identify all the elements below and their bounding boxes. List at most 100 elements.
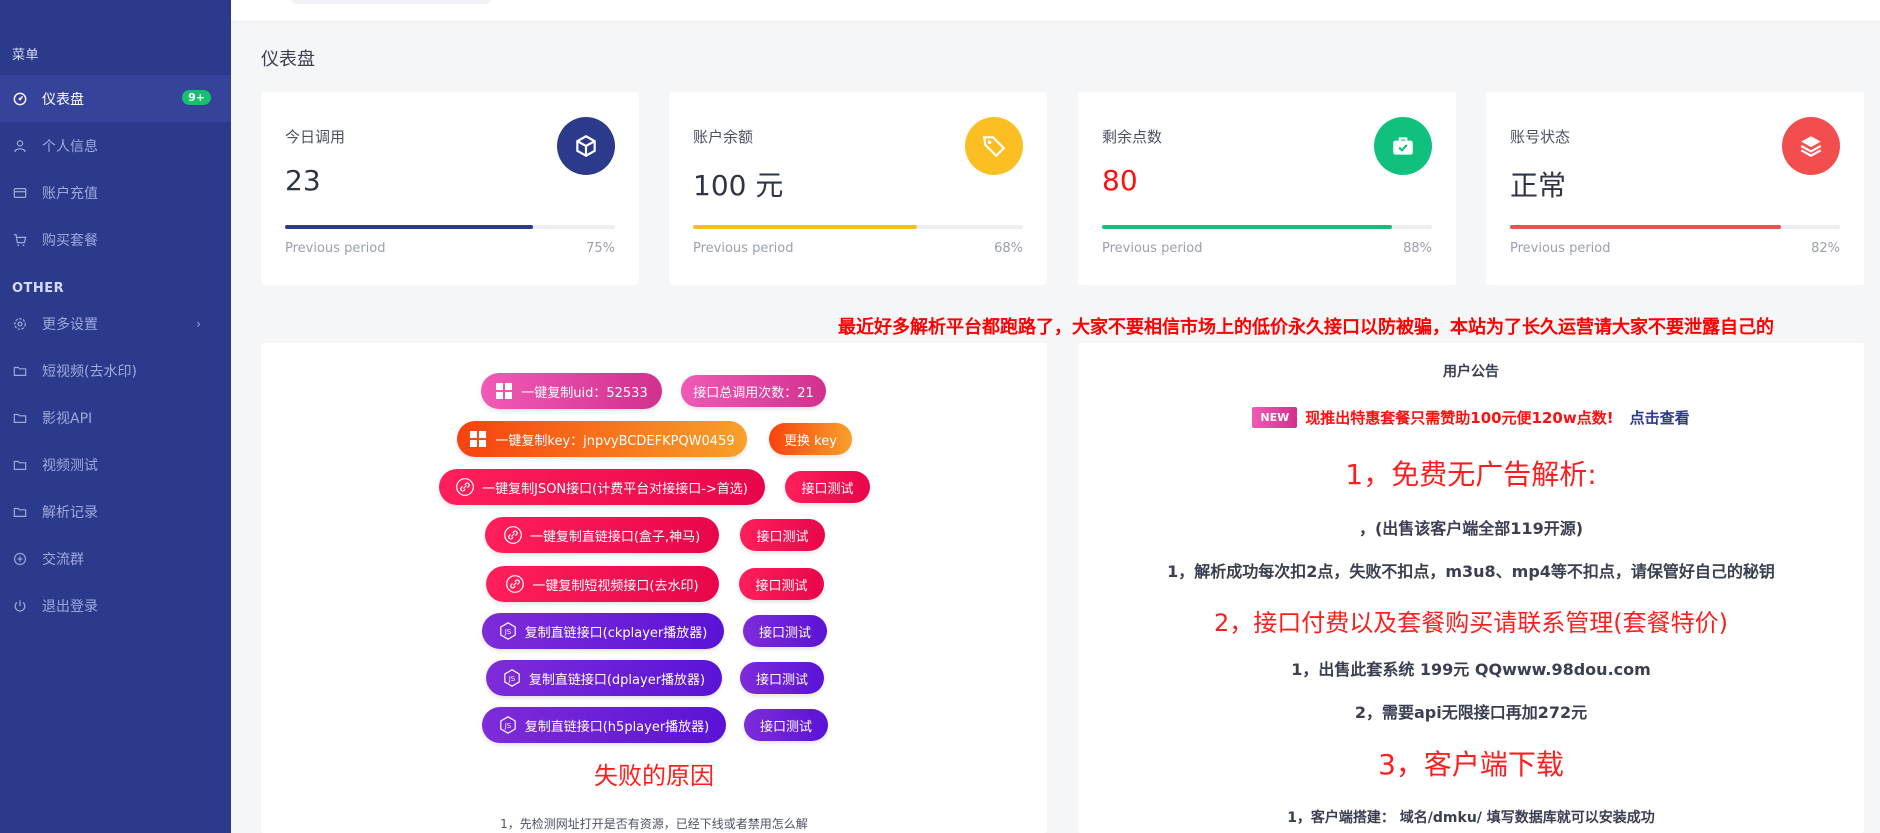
copy-json-api-button[interactable]: 一键复制JSON接口(计费平台对接接口->首选): [439, 469, 765, 505]
announcement-title: 用户公告: [1443, 364, 1499, 380]
card-value: 正常: [1510, 169, 1567, 202]
card-label: 账号状态: [1510, 128, 1571, 146]
button-label: 复制直链接口(dplayer播放器): [528, 672, 706, 688]
plus-circle-icon: [12, 551, 28, 567]
search-input[interactable]: [291, 0, 491, 4]
promo-line: NEW 现推出特惠套餐只需赞助100元便120w点数! 点击查看: [1078, 407, 1864, 428]
scrolling-notice: 最近好多解析平台都跑路了，大家不要相信市场上的低价永久接口以防被骗，本站为了长久…: [838, 317, 1774, 338]
sidebar-item-label: 影视API: [42, 410, 93, 427]
button-label: 复制直链接口(h5player播放器): [524, 719, 710, 735]
button-label: 接口测试: [755, 672, 808, 688]
button-label: 接口测试: [758, 625, 811, 641]
total-calls-badge: 接口总调用次数：21: [681, 375, 826, 407]
button-label: 更换 key: [784, 433, 837, 449]
sidebar-item-label: 交流群: [42, 551, 84, 568]
button-label: 一键复制uid：52533: [521, 385, 648, 401]
test-short-video-button[interactable]: 接口测试: [739, 568, 824, 600]
copy-uid-button[interactable]: 一键复制uid：52533: [481, 373, 662, 409]
card-label: 剩余点数: [1102, 128, 1163, 146]
notification-badge: 9+: [182, 90, 211, 105]
test-json-api-button[interactable]: 接口测试: [785, 471, 870, 503]
link-icon: [506, 575, 525, 593]
sidebar-item-label: 账户充值: [42, 185, 98, 202]
sidebar-item-movie-api[interactable]: 影视API: [0, 394, 231, 441]
progress-bar: [693, 225, 1023, 229]
svg-text:JS: JS: [503, 722, 511, 730]
button-label: 接口测试: [759, 719, 812, 735]
stat-card-today-calls: 今日调用 23 Previous period 75%: [261, 92, 639, 285]
sidebar-item-video-test[interactable]: 视频测试: [0, 441, 231, 488]
tag-icon: [965, 117, 1023, 175]
sidebar-section-other: OTHER: [12, 281, 65, 296]
copy-h5player-link-button[interactable]: JS 复制直链接口(h5player播放器): [482, 707, 726, 743]
card-label: 账户余额: [693, 128, 754, 146]
cart-icon: [12, 232, 28, 248]
sidebar-item-label: 购买套餐: [42, 232, 98, 249]
notice-heading-3: 3，客户端下载: [1378, 748, 1564, 781]
svg-text:JS: JS: [503, 628, 511, 636]
sidebar-item-dashboard[interactable]: 仪表盘 9+: [0, 75, 231, 122]
copy-short-video-button[interactable]: 一键复制短视频接口(去水印): [486, 566, 719, 602]
copy-key-button[interactable]: 一键复制key：jnpvyBCDEFKPQW0459: [457, 421, 747, 457]
dashboard-icon: [12, 91, 28, 107]
announcement-panel: 用户公告 NEW 现推出特惠套餐只需赞助100元便120w点数! 点击查看 1，…: [1078, 343, 1864, 833]
sidebar-item-label: 个人信息: [42, 138, 98, 155]
power-icon: [12, 598, 28, 614]
api-actions-panel: 一键复制uid：52533 接口总调用次数：21 一键复制key：jnpvyBC…: [261, 343, 1047, 833]
button-label: 一键复制key：jnpvyBCDEFKPQW0459: [495, 433, 735, 449]
card-period: Previous period: [1510, 241, 1611, 256]
folder-icon: [12, 410, 28, 426]
copy-dplayer-link-button[interactable]: JS 复制直链接口(dplayer播放器): [486, 660, 722, 696]
test-dplayer-button[interactable]: 接口测试: [740, 662, 824, 694]
copy-ckplayer-link-button[interactable]: JS 复制直链接口(ckplayer播放器): [482, 613, 724, 649]
test-direct-link-button[interactable]: 接口测试: [740, 519, 825, 551]
sidebar-item-buy-package[interactable]: 购买套餐: [0, 216, 231, 263]
progress-bar: [1510, 225, 1840, 229]
card-percent: 68%: [994, 241, 1023, 256]
sidebar-item-logout[interactable]: 退出登录: [0, 582, 231, 629]
stat-card-status: 账号状态 正常 Previous period 82%: [1486, 92, 1864, 285]
test-h5player-button[interactable]: 接口测试: [744, 709, 828, 741]
notice-line: 2，需要api无限接口再加272元: [1354, 703, 1588, 722]
card-value: 100 元: [693, 169, 784, 202]
sidebar-item-label: 短视频(去水印): [42, 363, 137, 380]
card-value: 23: [285, 164, 321, 197]
grid-icon: [469, 430, 487, 448]
card-percent: 75%: [586, 241, 615, 256]
progress-bar: [285, 225, 615, 229]
test-ckplayer-button[interactable]: 接口测试: [743, 615, 827, 647]
card-period: Previous period: [693, 241, 794, 256]
notice-heading-1: 1，免费无广告解析:: [1345, 458, 1597, 491]
sidebar-section-menu: 菜单: [12, 48, 40, 63]
button-label: 接口总调用次数：21: [693, 385, 814, 401]
stat-card-points: 剩余点数 80 Previous period 88%: [1078, 92, 1456, 285]
promo-link[interactable]: 点击查看: [1630, 407, 1690, 428]
change-key-button[interactable]: 更换 key: [769, 423, 852, 455]
card-period: Previous period: [1102, 241, 1203, 256]
card-icon: [12, 185, 28, 201]
progress-bar: [1102, 225, 1432, 229]
progress-fill: [693, 225, 918, 229]
js-icon: JS: [499, 716, 517, 734]
card-period: Previous period: [285, 241, 386, 256]
chevron-right-icon: ›: [196, 316, 201, 331]
js-icon: JS: [503, 669, 521, 687]
stat-card-balance: 账户余额 100 元 Previous period 68%: [669, 92, 1047, 285]
sidebar-item-short-video[interactable]: 短视频(去水印): [0, 347, 231, 394]
grid-icon: [495, 382, 513, 400]
user-icon: [12, 138, 28, 154]
sidebar-item-parse-log[interactable]: 解析记录: [0, 488, 231, 535]
button-label: 复制直链接口(ckplayer播放器): [524, 625, 708, 641]
sidebar-item-profile[interactable]: 个人信息: [0, 122, 231, 169]
folder-icon: [12, 363, 28, 379]
sidebar-item-group[interactable]: 交流群: [0, 535, 231, 582]
gear-icon: [12, 316, 28, 332]
sidebar-item-recharge[interactable]: 账户充值: [0, 169, 231, 216]
notice-line: 1，出售此套系统 199元 QQwww.98dou.com: [1291, 660, 1651, 679]
sidebar: 菜单 仪表盘 9+ 个人信息 账户充值 购买套餐 OTHER 更多设置 › 短视…: [0, 0, 231, 833]
copy-direct-link-button[interactable]: 一键复制直链接口(盒子,神马): [485, 517, 719, 553]
sidebar-item-more-settings[interactable]: 更多设置 ›: [0, 300, 231, 347]
js-icon: JS: [499, 622, 517, 640]
sidebar-item-label: 仪表盘: [42, 91, 84, 108]
svg-text:JS: JS: [508, 675, 516, 683]
